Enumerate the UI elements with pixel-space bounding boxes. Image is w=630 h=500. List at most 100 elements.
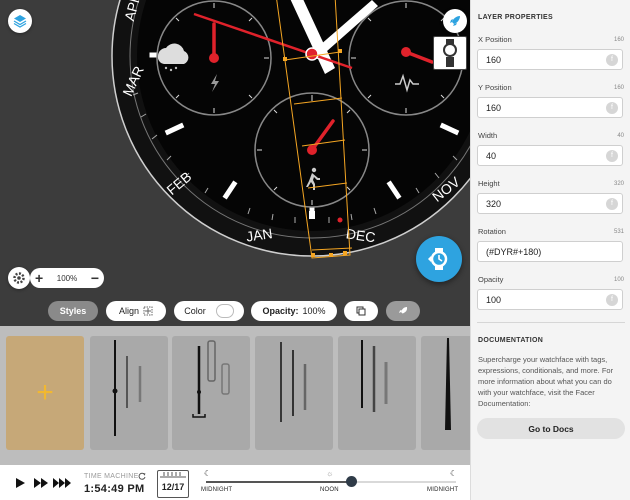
rocket-icon	[450, 16, 460, 26]
go-to-docs-button[interactable]: Go to Docs	[477, 418, 625, 439]
fast-forward-icon	[34, 478, 48, 488]
rotation-value: (#DYR#+180)	[486, 246, 542, 257]
watch-icon	[443, 39, 457, 67]
expression-icon[interactable]: f	[606, 102, 618, 114]
refresh-icon[interactable]	[138, 472, 146, 480]
preview-on-watch-button[interactable]	[416, 236, 462, 282]
height-value: 320	[486, 198, 502, 209]
documentation-title: DOCUMENTATION	[478, 337, 544, 344]
sun-icon: ☼	[326, 469, 334, 478]
x-position-input[interactable]: 160 f	[477, 49, 623, 70]
fastest-forward-icon	[53, 478, 71, 488]
expression-icon[interactable]: f	[606, 198, 618, 210]
time-slider[interactable]	[206, 476, 456, 487]
watch-sync-icon	[428, 248, 448, 270]
layer-properties-title: LAYER PROPERTIES	[478, 14, 553, 21]
opacity-value: 100%	[302, 306, 326, 316]
moon-icon: ☾	[450, 469, 458, 478]
slider-tick-noon: NOON	[320, 487, 339, 493]
rocket-icon	[399, 307, 408, 314]
expression-icon[interactable]: f	[606, 294, 618, 306]
styles-button[interactable]: Styles	[48, 301, 98, 321]
publish-button[interactable]	[443, 9, 467, 33]
hand-style-tile[interactable]	[255, 336, 333, 450]
field-hint-width: 40	[617, 133, 624, 139]
opacity-value: 100	[486, 294, 502, 305]
field-label-x: X Position	[478, 35, 512, 44]
date-picker[interactable]: 12/17	[157, 470, 189, 498]
documentation-text: Supercharge your watchface with tags, ex…	[478, 355, 614, 408]
calendar-icon	[160, 472, 186, 478]
align-button[interactable]: Align	[106, 301, 166, 321]
opacity-control[interactable]: Opacity: 100%	[251, 301, 337, 321]
field-label-rotation: Rotation	[478, 227, 506, 236]
color-button[interactable]: Color	[174, 301, 244, 321]
hand-style-preview	[280, 342, 307, 422]
hand-style-preview	[361, 340, 388, 412]
field-hint-rotation: 531	[613, 229, 624, 235]
date-value: 12/17	[161, 482, 185, 492]
weather-subdial	[156, 0, 272, 116]
field-label-y: Y Position	[478, 83, 512, 92]
go-to-docs-label: Go to Docs	[528, 423, 574, 434]
expression-icon[interactable]: f	[606, 150, 618, 162]
hand-style-preview	[192, 340, 230, 418]
field-hint-x: 160	[613, 37, 624, 43]
width-value: 40	[486, 150, 497, 161]
properties-panel: LAYER PROPERTIES X Position 160 160 f Y …	[470, 0, 630, 500]
layers-button[interactable]	[8, 9, 32, 33]
hand-style-tile[interactable]	[90, 336, 168, 450]
field-hint-opacity: 100	[613, 277, 624, 283]
duplicate-icon	[356, 306, 366, 316]
field-hint-y: 160	[613, 85, 624, 91]
settings-button[interactable]	[8, 267, 30, 289]
time-slider-fill	[206, 481, 351, 483]
hand-style-tile[interactable]	[421, 336, 470, 450]
gear-icon	[13, 272, 25, 284]
field-label-width: Width	[478, 131, 498, 140]
zoom-out-button[interactable]: −	[91, 271, 99, 285]
duplicate-button[interactable]	[344, 301, 378, 321]
field-label-height: Height	[478, 179, 500, 188]
opacity-label: Opacity:	[262, 306, 299, 316]
align-label: Align	[118, 306, 139, 316]
width-input[interactable]: 40 f	[477, 145, 623, 166]
add-layer-tile[interactable]: +	[6, 336, 84, 450]
zoom-control: + 100% −	[30, 268, 104, 288]
editor-canvas[interactable]: APR MAR FEB JAN DEC NOV + 100% − Styles …	[0, 0, 470, 326]
color-swatch	[215, 304, 234, 318]
opacity-input[interactable]: 100 f	[477, 289, 623, 310]
time-machine-time[interactable]: 1:54:49 PM	[84, 483, 144, 495]
launch-button[interactable]	[386, 301, 420, 321]
hand-style-tile[interactable]	[338, 336, 416, 450]
watchface-editor: APR MAR FEB JAN DEC NOV + 100% − Styles …	[0, 0, 630, 500]
rotation-input[interactable]: (#DYR#+180)	[477, 241, 623, 262]
height-input[interactable]: 320 f	[477, 193, 623, 214]
field-hint-height: 320	[613, 181, 624, 187]
playback-controls	[16, 478, 71, 488]
hand-style-preview	[445, 338, 451, 430]
time-slider-knob[interactable]	[346, 476, 357, 487]
hand-style-preview	[112, 340, 142, 436]
expression-icon[interactable]: f	[606, 54, 618, 66]
hand-style-tile[interactable]	[172, 336, 250, 450]
y-position-value: 160	[486, 102, 502, 113]
layer-style-strip: +	[0, 326, 470, 465]
steps-subdial	[254, 92, 370, 208]
time-machine-label: TIME MACHINE	[84, 473, 139, 480]
panel-divider	[477, 322, 625, 323]
slider-tick-midnight-end: MIDNIGHT	[427, 487, 459, 493]
layers-icon	[13, 15, 27, 28]
y-position-input[interactable]: 160 f	[477, 97, 623, 118]
field-label-opacity: Opacity	[478, 275, 504, 284]
zoom-in-button[interactable]: +	[35, 271, 43, 285]
time-machine-bar: TIME MACHINE 1:54:49 PM 12/17 ☾ ☼ ☾ MIDN…	[0, 465, 470, 500]
play-icon	[16, 478, 25, 488]
zoom-level: 100%	[56, 273, 78, 283]
styles-label: Styles	[59, 306, 87, 316]
color-label: Color	[184, 306, 206, 316]
x-position-value: 160	[486, 54, 502, 65]
add-icon: +	[36, 376, 54, 409]
slider-tick-midnight-start: MIDNIGHT	[201, 487, 233, 493]
watch-thumbnail[interactable]	[433, 36, 467, 70]
